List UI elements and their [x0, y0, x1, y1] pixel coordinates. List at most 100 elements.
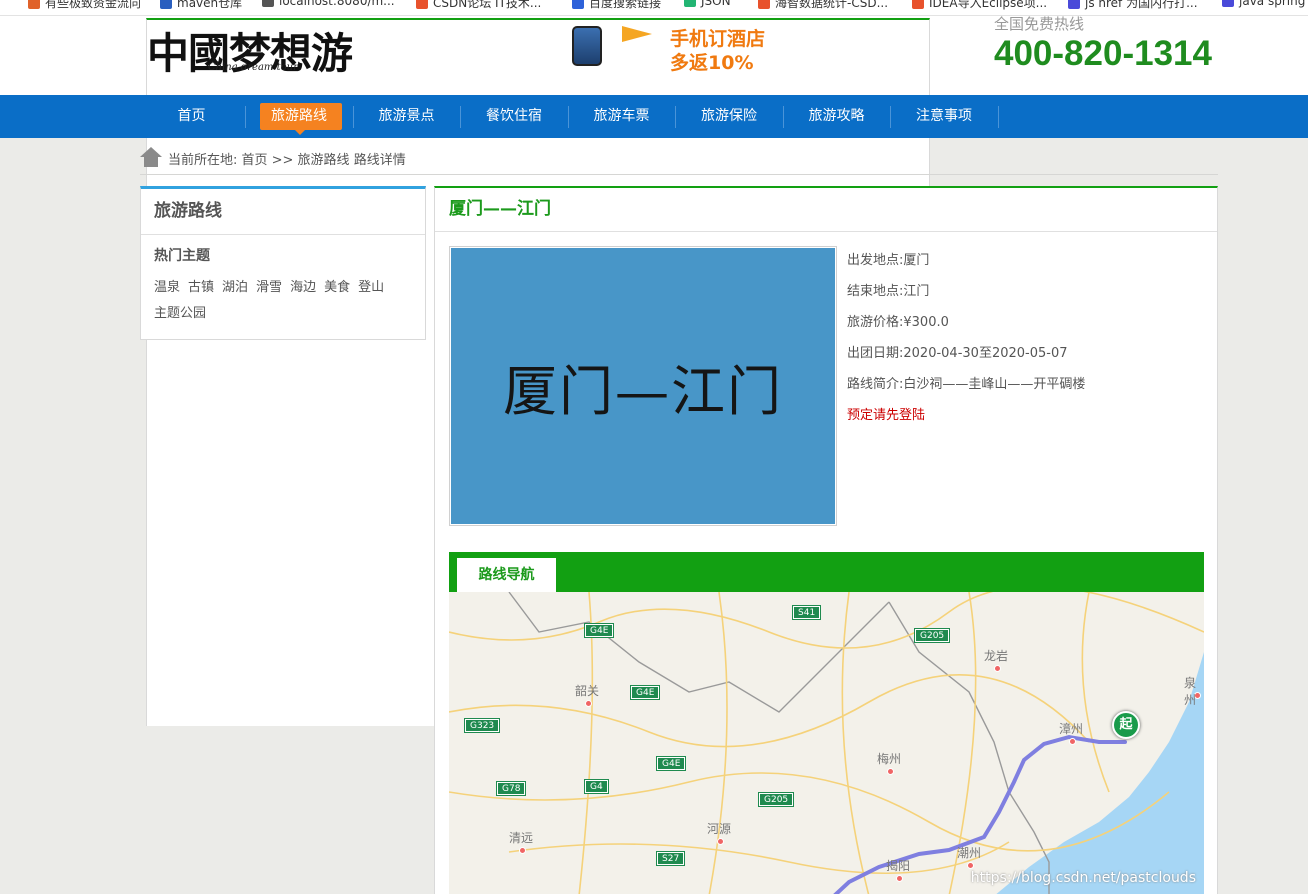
info-row: 旅游价格:¥300.0 [847, 312, 1085, 343]
route-photo-text: 厦门—江门 [503, 359, 783, 423]
site-logo[interactable]: 中國梦想游 China dream tour [146, 16, 930, 726]
info-label: 出团日期: [847, 346, 904, 361]
city-label: 龙岩 [984, 649, 1009, 663]
nav-item-label: 旅游保险 [701, 108, 757, 124]
route-detail-panel: 厦门——江门 厦门—江门 出发地点:厦门 结束地点:江门 旅游价格:¥300.0 出团… [434, 186, 1218, 894]
bookmark-item[interactable]: java spring [1222, 0, 1305, 8]
city-dot [994, 665, 1001, 672]
nav-divider [997, 106, 999, 128]
bookmark-favicon-icon [684, 0, 696, 7]
city-dot [967, 862, 974, 869]
route-title: 厦门——江门 [435, 188, 1217, 232]
bookmark-favicon-icon [758, 0, 770, 9]
map-canvas [449, 592, 1204, 894]
info-value: 白沙祠——圭峰山——开平碉楼 [903, 377, 1086, 392]
bookmark-label: IDEA导入Eclipse项... [929, 0, 1048, 10]
city-dot [519, 847, 526, 854]
logo-sub-text: China dream tour [208, 62, 298, 73]
city-dot [1069, 738, 1076, 745]
info-row: 结束地点:江门 [847, 281, 1085, 312]
promo-line2: 多返10% [670, 52, 754, 74]
highway-badge: G4 [584, 779, 609, 794]
info-row: 出团日期:2020-04-30至2020-05-07 [847, 343, 1085, 374]
city-label: 潮州 [957, 846, 982, 860]
bookmark-label: 有些极致资金流向 [45, 0, 142, 10]
nav-item[interactable]: 旅游景点 [353, 95, 460, 138]
hotline-number: 400-820-1314 [994, 34, 1212, 73]
bookmark-label: maven仓库 [177, 0, 243, 10]
site-header: 中國梦想游 China dream tour 手机订酒店 多返10% 全国免费热… [0, 15, 1308, 726]
home-icon [140, 147, 162, 167]
breadcrumb: 当前所在地: 首页 >> 旅游路线 路线详情 [140, 147, 1218, 175]
nav-item-label: 旅游车票 [593, 108, 650, 124]
bookmark-item[interactable]: maven仓库 [160, 0, 242, 11]
theme-tag-link[interactable]: 登山 [358, 275, 384, 301]
city-label: 韶关 [575, 684, 600, 698]
info-row: 路线简介:白沙祠——圭峰山——开平碉楼 [847, 374, 1085, 405]
city-dot [585, 700, 592, 707]
bookmark-favicon-icon [912, 0, 924, 9]
nav-item[interactable]: 首页 [138, 95, 245, 138]
nav-item[interactable]: 旅游攻略 [783, 95, 890, 138]
highway-badge: G323 [463, 718, 501, 733]
phone-icon [572, 26, 602, 66]
theme-tag-link[interactable]: 滑雪 [256, 275, 282, 301]
theme-tag-link[interactable]: 湖泊 [222, 275, 248, 301]
bookmark-item[interactable]: localhost:8080/m... [262, 0, 395, 8]
nav-item[interactable]: 旅游保险 [676, 95, 783, 138]
login-notice-link[interactable]: 预定请先登陆 [847, 405, 1085, 436]
breadcrumb-text: 当前所在地: 首页 >> 旅游路线 路线详情 [168, 153, 406, 168]
info-label: 结束地点: [847, 284, 904, 299]
info-label: 出发地点: [847, 253, 904, 268]
info-value: 厦门 [903, 253, 930, 268]
city-label: 梅州 [877, 752, 902, 766]
route-info: 出发地点:厦门 结束地点:江门 旅游价格:¥300.0 出团日期:2020-04-30… [847, 250, 1085, 436]
main-nav: 首页 旅游路线 旅游景点 餐饮住宿 旅游车票 旅游保险 旅游攻略 注意事项 [0, 95, 1308, 138]
bookmark-item[interactable]: 海智数据统计-CSD... [758, 0, 888, 11]
nav-item-label: 旅游攻略 [808, 108, 865, 124]
nav-item[interactable]: 注意事项 [891, 95, 998, 138]
nav-item[interactable]: 餐饮住宿 [461, 95, 568, 138]
watermark: https://blog.csdn.net/pastclouds [970, 870, 1196, 886]
bookmark-item[interactable]: 有些极致资金流向 [28, 0, 141, 11]
highway-badge: G205 [757, 792, 795, 807]
route-map[interactable]: 龙岩 韶关 漳州 泉州 梅州 河源 清远 揭阳 潮州 S41 G4E G205 G4E G323 G4E G7… [449, 592, 1204, 894]
info-row: 出发地点:厦门 [847, 250, 1085, 281]
bookmarks-bar: 有些极致资金流向 maven仓库 localhost:8080/m... CSDN论坛… [0, 0, 1308, 16]
bookmark-label: CSDN论坛 IT技术... [433, 0, 542, 10]
bookmark-item[interactable]: 百度搜索链接 [572, 0, 661, 11]
bookmark-favicon-icon [1068, 0, 1080, 9]
sidebar: 旅游路线 热门主题 温泉 古镇 湖泊 滑雪 海边 美食 登山主题公园 [140, 186, 426, 340]
hotline-label: 全国免费热线 [994, 15, 1085, 33]
highway-badge: G4E [655, 756, 687, 771]
theme-tag-link[interactable]: 海边 [290, 275, 316, 301]
bookmark-item[interactable]: JSON [684, 0, 731, 8]
bookmark-favicon-icon [262, 0, 274, 7]
nav-item-label: 注意事项 [916, 108, 972, 124]
theme-tag-link[interactable]: 古镇 [188, 275, 214, 301]
highway-badge: S41 [791, 605, 822, 620]
nav-item[interactable]: 旅游车票 [568, 95, 675, 138]
bookmark-item[interactable]: IDEA导入Eclipse项... [912, 0, 1047, 11]
highway-badge: S27 [655, 851, 686, 866]
tab-route-nav[interactable]: 路线导航 [457, 558, 556, 592]
bookmark-label: localhost:8080/m... [279, 0, 395, 8]
theme-tag-link[interactable]: 温泉 [154, 275, 180, 301]
nav-item[interactable]: 旅游路线 [246, 95, 353, 138]
bookmark-favicon-icon [416, 0, 428, 9]
start-marker[interactable]: 起 [1112, 711, 1140, 739]
bookmark-item[interactable]: CSDN论坛 IT技术... [416, 0, 541, 11]
highway-badge: G4E [629, 685, 661, 700]
info-value: 江门 [903, 284, 930, 299]
province-border [508, 592, 890, 713]
bookmark-label: js href 为国内行打... [1085, 0, 1198, 10]
info-value: 2020-04-30至2020-05-07 [903, 346, 1068, 361]
theme-tag-link[interactable]: 主题公园 [154, 301, 206, 327]
theme-tag-link[interactable]: 美食 [324, 275, 350, 301]
sidebar-title: 旅游路线 [141, 189, 425, 235]
nav-item-label: 旅游路线 [271, 108, 327, 124]
start-marker-label: 起 [1119, 717, 1133, 732]
bookmark-item[interactable]: js href 为国内行打... [1068, 0, 1198, 11]
theme-tags: 温泉 古镇 湖泊 滑雪 海边 美食 登山主题公园 [141, 265, 425, 327]
hotel-promo-banner[interactable]: 手机订酒店 多返10% [560, 20, 790, 80]
